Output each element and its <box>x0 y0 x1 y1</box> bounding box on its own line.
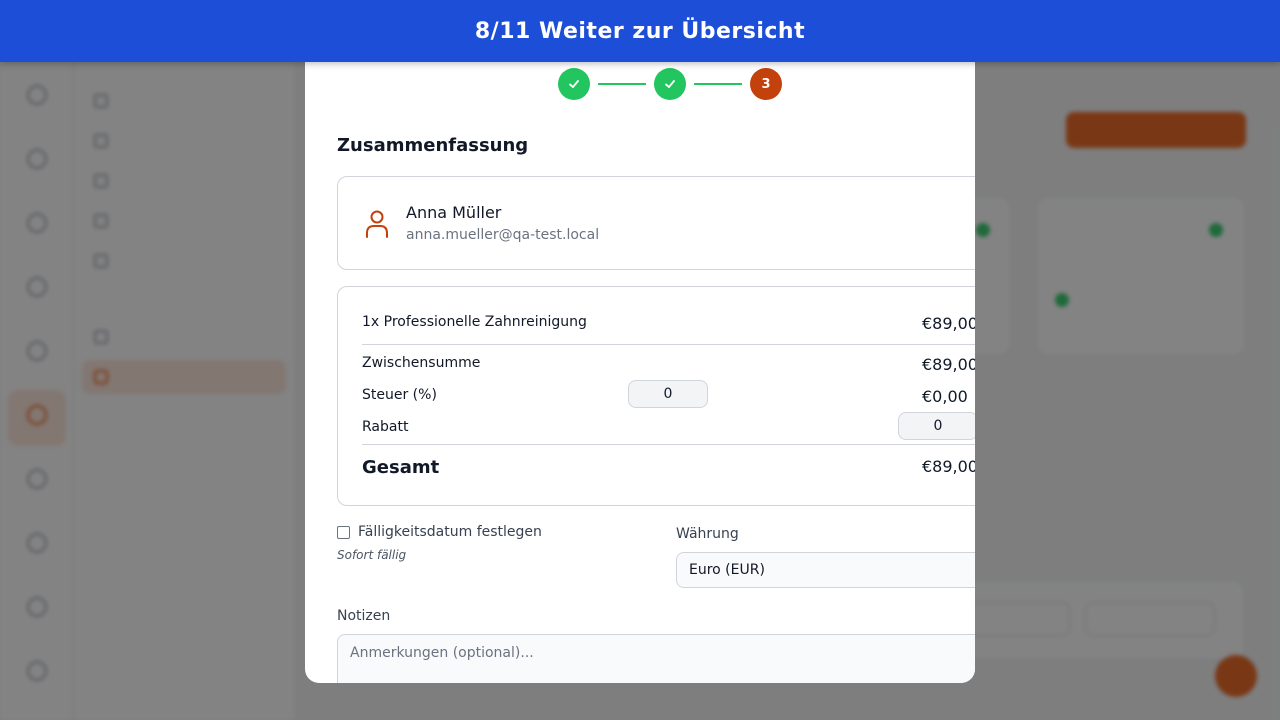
divider <box>362 344 975 345</box>
check-icon <box>569 80 579 88</box>
due-date-checkbox[interactable] <box>337 525 350 539</box>
check-icon <box>665 80 675 88</box>
due-date-label: Fälligkeitsdatum festlegen <box>358 524 542 540</box>
banner-text: 8/11 Weiter zur Übersicht <box>474 18 806 44</box>
discount-input[interactable]: 0 <box>898 412 975 440</box>
currency-label: Währung <box>676 526 739 542</box>
customer-email: anna.mueller@qa-test.local <box>406 227 600 243</box>
due-date-toggle[interactable]: Fälligkeitsdatum festlegen <box>337 524 542 540</box>
summary-title: Zusammenfassung <box>337 135 529 156</box>
total-label: Gesamt <box>362 457 440 478</box>
wizard-stepper: 3 <box>558 68 782 100</box>
tax-amount: €0,00 <box>922 387 968 406</box>
subtotal-amount: €89,00 <box>922 355 975 374</box>
line-item-row: 1x Professionelle Zahnreinigung €89,00 <box>362 314 975 333</box>
invoice-summary-card: 1x Professionelle Zahnreinigung €89,00 Z… <box>337 286 975 506</box>
tax-label: Steuer (%) <box>362 387 437 403</box>
step-connector <box>694 83 742 85</box>
currency-select[interactable]: Euro (EUR) <box>676 552 975 588</box>
invoice-wizard-modal: 3 Zusammenfassung Anna Müller anna.muell… <box>305 40 975 683</box>
due-date-hint: Sofort fällig <box>337 548 407 562</box>
discount-label: Rabatt <box>362 419 409 435</box>
customer-card: Anna Müller anna.mueller@qa-test.local <box>337 176 975 270</box>
subtotal-label: Zwischensumme <box>362 355 481 371</box>
notes-textarea[interactable]: Anmerkungen (optional)... <box>337 634 975 683</box>
discount-row: Rabatt <box>362 419 975 435</box>
notes-label: Notizen <box>337 608 391 624</box>
line-item-label: 1x Professionelle Zahnreinigung <box>362 314 587 330</box>
step-banner: 8/11 Weiter zur Übersicht <box>0 0 1280 62</box>
total-amount: €89,00 <box>922 457 975 476</box>
step-2-done[interactable] <box>654 68 686 100</box>
step-3-current[interactable]: 3 <box>750 68 782 100</box>
tax-percent-input[interactable]: 0 <box>628 380 708 408</box>
divider <box>362 444 975 445</box>
subtotal-row: Zwischensumme €89,00 <box>362 355 975 374</box>
total-row: Gesamt €89,00 <box>362 457 975 478</box>
line-item-amount: €89,00 <box>922 314 975 333</box>
customer-name: Anna Müller <box>406 203 502 222</box>
step-connector <box>598 83 646 85</box>
user-icon <box>366 210 388 238</box>
step-1-done[interactable] <box>558 68 590 100</box>
